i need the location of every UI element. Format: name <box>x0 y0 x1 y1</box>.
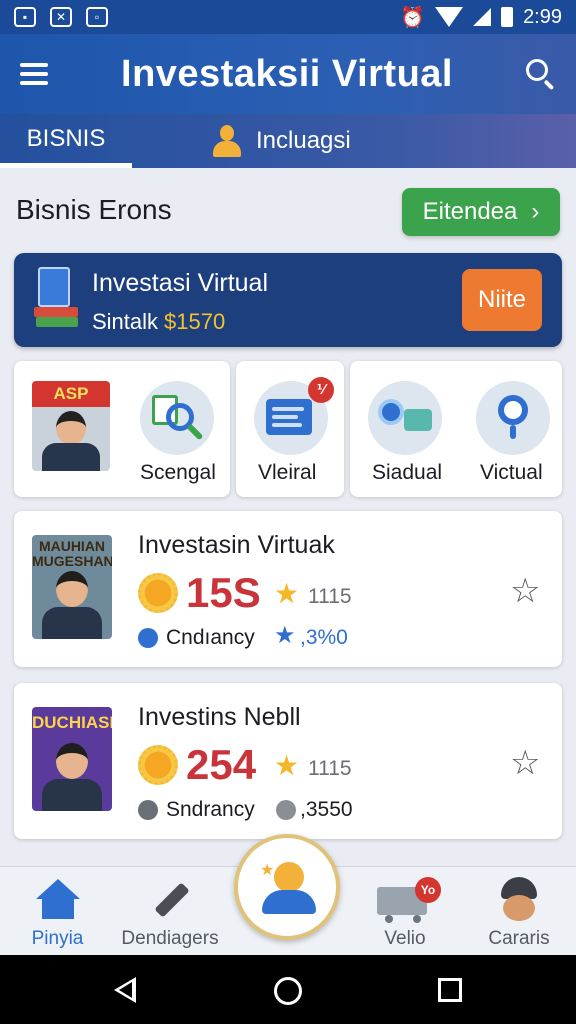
nav-label: Dendiagers <box>121 928 219 949</box>
menu-icon[interactable] <box>20 63 48 85</box>
promo-banner[interactable]: Investasi Virtual Sintalk $1570 Niite <box>14 253 562 347</box>
favorite-star-icon[interactable]: ☆ <box>510 743 540 783</box>
list-item[interactable]: DUCHIASI Investins Nebll 254 ★ 1115 Sndr… <box>14 683 562 839</box>
nav-item-velio[interactable]: Yo Velio <box>350 867 460 956</box>
search-document-icon <box>140 381 214 455</box>
cart-badge: Yo <box>415 877 441 903</box>
pen-icon <box>152 881 190 921</box>
tab-bar: BISNIS Incluagsi <box>0 114 576 168</box>
coin-icon <box>138 573 178 613</box>
bag-icon: ▫ <box>86 7 108 27</box>
item-score: 254 <box>186 741 257 788</box>
location-pin-icon <box>476 381 550 455</box>
nav-label: Cararis <box>488 928 550 949</box>
favorite-star-icon[interactable]: ☆ <box>510 571 540 611</box>
item-count: 1115 <box>308 585 352 608</box>
poster-image: MAUHIAN MUGESHAND <box>32 535 112 639</box>
banner-action-button[interactable]: Niite <box>462 269 542 331</box>
item-count: 1115 <box>308 757 352 780</box>
star-blue-icon: ★ <box>274 622 296 649</box>
grid-card-vleiral[interactable]: ⅟ Vleiral <box>236 361 344 497</box>
item-meta-label: Sndrancy <box>166 798 255 821</box>
app-bar: Investaksii Virtual <box>0 34 576 114</box>
toggle-icon <box>368 381 442 455</box>
nav-item-dendiagers[interactable]: Dendiagers <box>115 867 225 956</box>
list-item[interactable]: MAUHIAN MUGESHAND Investasin Virtuak 15S… <box>14 511 562 667</box>
alarm-icon: ⏰ <box>400 6 426 29</box>
extend-button-label: Eitendea <box>422 198 518 225</box>
grid-label: Siadual <box>372 461 443 484</box>
tab-incluagsi[interactable]: Incluagsi <box>132 114 576 168</box>
banner-subtitle-label: Sintalk <box>92 309 159 334</box>
tab-bisnis[interactable]: BISNIS <box>0 114 132 168</box>
nav-label: Velio <box>384 928 426 949</box>
system-navigation-bar <box>0 955 576 1024</box>
item-title: Investins Nebll <box>138 703 301 731</box>
app-title: Investaksii Virtual <box>121 52 453 95</box>
item-meta-value: ,3%0 <box>300 626 348 649</box>
star-icon: ★ <box>274 578 300 609</box>
cart-icon: Yo <box>377 877 441 923</box>
wifi-icon <box>435 7 464 27</box>
coin-icon <box>138 745 178 785</box>
status-bar: ▪ ✕ ▫ ⏰ 2:99 <box>0 0 576 34</box>
home-circle-icon[interactable] <box>274 977 302 1005</box>
tab-label: BISNIS <box>26 124 106 152</box>
tab-label: Incluagsi <box>256 127 351 154</box>
home-icon <box>35 879 80 919</box>
banner-amount: $1570 <box>164 309 226 334</box>
banner-title: Investasi Virtual <box>92 269 269 297</box>
close-box-icon: ✕ <box>50 7 72 27</box>
nav-item-cararis[interactable]: Cararis <box>462 867 576 956</box>
grid-card-scengal[interactable]: ASP Scengal <box>14 361 230 497</box>
search-icon[interactable] <box>526 59 556 91</box>
grid-card-siadual-victual[interactable]: Siadual Victual <box>350 361 562 497</box>
poster-image: DUCHIASI <box>32 707 112 811</box>
info-icon <box>138 628 158 648</box>
notification-badge: ⅟ <box>308 377 334 403</box>
profile-avatar-icon <box>497 877 541 923</box>
notification-icon: ▪ <box>14 7 36 27</box>
item-score: 15S <box>186 569 261 616</box>
poster-text: MAUHIAN MUGESHAND <box>32 538 112 569</box>
extend-button[interactable]: Eitendea › <box>402 188 560 236</box>
nav-item-home[interactable]: Pinyia <box>0 867 115 956</box>
center-profile-button[interactable]: ★ <box>234 834 340 940</box>
poster-label: ASP <box>32 381 110 407</box>
battery-icon <box>501 7 514 27</box>
books-icon <box>34 267 82 333</box>
person-icon <box>210 125 244 157</box>
status-time: 2:99 <box>523 5 562 28</box>
gear-icon <box>138 800 158 820</box>
grid-label: Scengal <box>140 461 216 484</box>
grid-label: Victual <box>480 461 543 484</box>
item-meta-label: Cndıancy <box>166 626 255 649</box>
avatar: ASP <box>32 381 110 471</box>
star-icon: ★ <box>274 750 300 781</box>
signal-icon <box>473 8 492 26</box>
recent-apps-icon[interactable] <box>438 978 462 1002</box>
star-icon: ★ <box>260 862 275 879</box>
nav-label: Pinyia <box>31 928 84 949</box>
section-title: Bisnis Erons <box>16 194 172 225</box>
item-meta-value: ,3550 <box>300 798 353 821</box>
banner-subtitle: Sintalk $1570 <box>92 309 225 335</box>
poster-text: DUCHIASI <box>32 713 112 732</box>
check-icon <box>276 800 296 820</box>
chevron-right-icon: › <box>531 198 540 225</box>
grid-label: Vleiral <box>258 461 317 484</box>
item-title: Investasin Virtuak <box>138 531 335 559</box>
